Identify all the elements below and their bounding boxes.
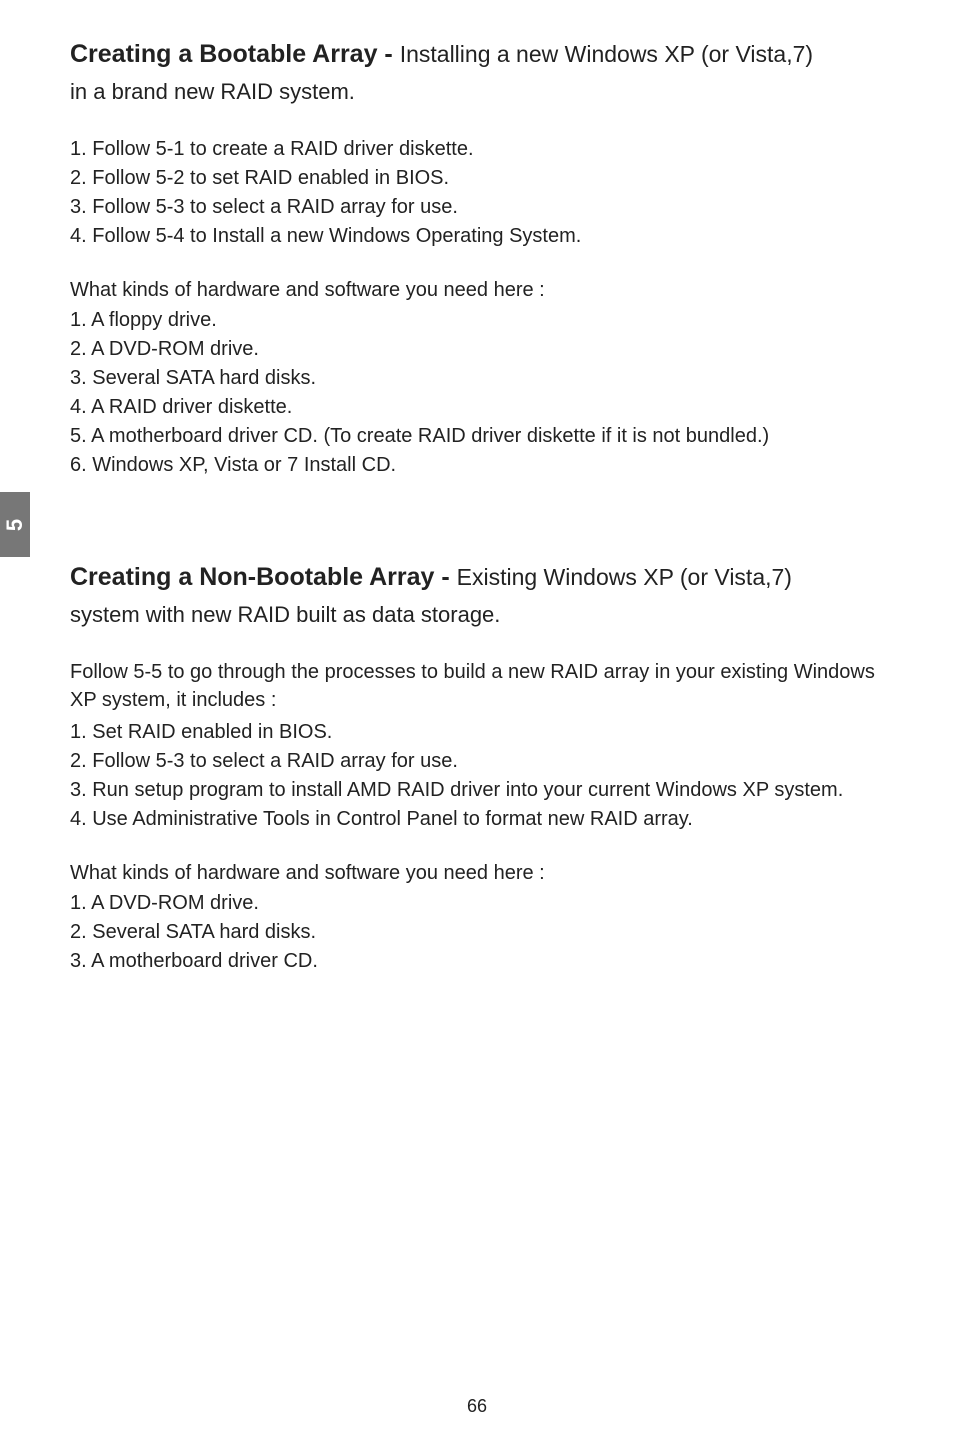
list-item: 1. A floppy drive. <box>70 306 899 335</box>
list-item: 3. Follow 5-3 to select a RAID array for… <box>70 193 899 222</box>
section1-needs-prompt: What kinds of hardware and software you … <box>70 279 899 302</box>
list-item: 2. Several SATA hard disks. <box>70 918 899 947</box>
section1-title-bold: Creating a Bootable Array - <box>70 40 400 68</box>
section2-title-bold: Creating a Non-Bootable Array - <box>70 563 457 591</box>
section1-title-normal: Installing a new Windows XP (or Vista,7) <box>400 41 813 67</box>
list-item: 3. A motherboard driver CD. <box>70 947 899 976</box>
list-item: 3. Several SATA hard disks. <box>70 364 899 393</box>
list-item: 4. Use Administrative Tools in Control P… <box>70 805 899 834</box>
section2-needs: 1. A DVD-ROM drive. 2. Several SATA hard… <box>70 889 899 976</box>
chapter-number: 5 <box>2 518 28 530</box>
section2-heading: Creating a Non-Bootable Array - Existing… <box>70 563 899 592</box>
list-item: 4. Follow 5-4 to Install a new Windows O… <box>70 222 899 251</box>
section1-heading: Creating a Bootable Array - Installing a… <box>70 40 899 69</box>
section2-title-normal: Existing Windows XP (or Vista,7) <box>457 564 792 590</box>
list-item: 1. A DVD-ROM drive. <box>70 889 899 918</box>
list-item: 2. A DVD-ROM drive. <box>70 335 899 364</box>
list-item: 6. Windows XP, Vista or 7 Install CD. <box>70 451 899 480</box>
section1-subline: in a brand new RAID system. <box>70 79 899 105</box>
list-item: 1. Set RAID enabled in BIOS. <box>70 718 899 747</box>
section2-subline: system with new RAID built as data stora… <box>70 602 899 628</box>
chapter-tab: 5 <box>0 492 30 557</box>
section1-steps: 1. Follow 5-1 to create a RAID driver di… <box>70 135 899 251</box>
list-item: 1. Follow 5-1 to create a RAID driver di… <box>70 135 899 164</box>
list-item: 5. A motherboard driver CD. (To create R… <box>70 422 899 451</box>
list-item: 3. Run setup program to install AMD RAID… <box>70 776 899 805</box>
section2-steps: 1. Set RAID enabled in BIOS. 2. Follow 5… <box>70 718 899 834</box>
section2-intro: Follow 5-5 to go through the processes t… <box>70 658 899 714</box>
list-item: 2. Follow 5-2 to set RAID enabled in BIO… <box>70 164 899 193</box>
list-item: 2. Follow 5-3 to select a RAID array for… <box>70 747 899 776</box>
section2-needs-prompt: What kinds of hardware and software you … <box>70 862 899 885</box>
section1-needs: 1. A floppy drive. 2. A DVD-ROM drive. 3… <box>70 306 899 480</box>
page-number: 66 <box>0 1396 954 1417</box>
list-item: 4. A RAID driver diskette. <box>70 393 899 422</box>
